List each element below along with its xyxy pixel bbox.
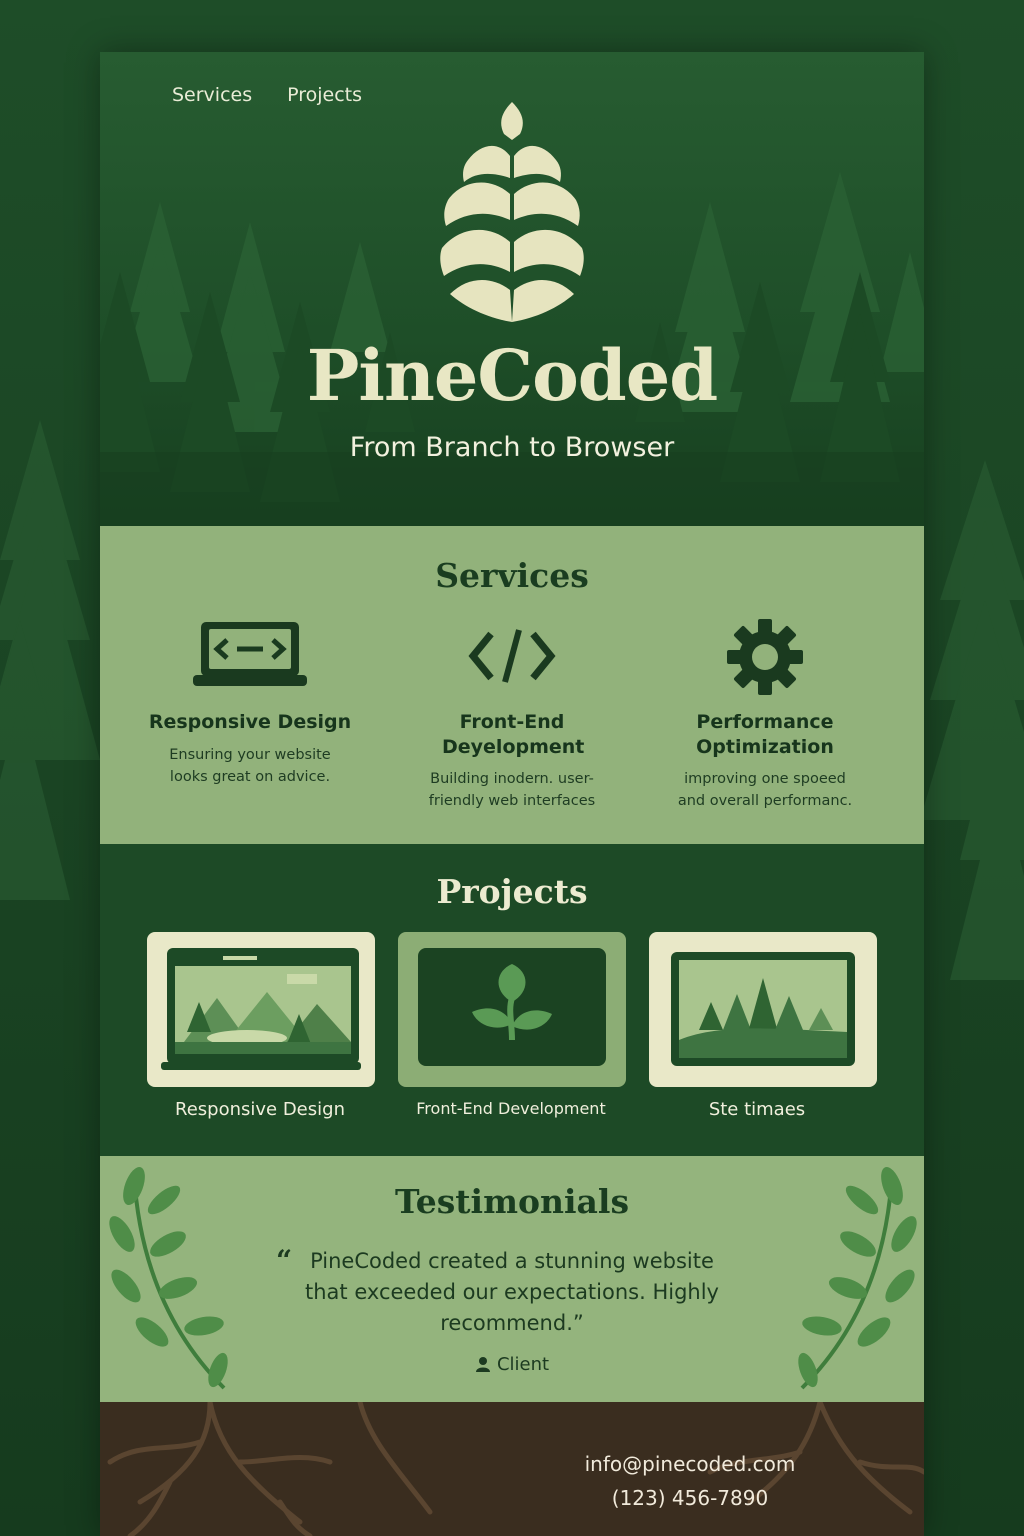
quote-mark-icon: “ [276,1244,293,1277]
nav-services-link[interactable]: Services [172,84,252,106]
projects-section: Projects Responsive Design Front-End Dev… [100,844,924,1156]
project-card-responsive[interactable] [147,932,375,1087]
sprout-thumbnail [418,948,606,1066]
nav-projects-link[interactable]: Projects [287,84,362,106]
testimonial-author: Client [100,1354,924,1375]
laptop-code-icon [193,622,307,686]
brand-name: PineCoded [306,334,719,417]
landing-page: Services Projects PineCoded From Branch … [100,52,924,1536]
forest-screen-thumbnail [671,952,855,1066]
footer: info@pinecoded.com (123) 456-7890 [100,1402,924,1536]
project-label: Responsive Design [175,1099,345,1120]
project-label: Front-End Development [416,1099,606,1118]
projects-title: Projects [436,872,588,911]
service-title: Responsive Design [148,711,352,733]
project-card-third[interactable] [649,932,877,1087]
services-section: Services Responsive Design Ensuring your… [100,526,924,844]
hero-section: Services Projects PineCoded From Branch … [100,52,924,526]
user-icon [475,1357,490,1372]
client-name: Client [496,1354,550,1375]
services-title: Services [435,556,589,595]
pinecone-logo-icon [440,102,584,322]
testimonials-title: Testimonials [394,1182,630,1221]
service-description: Ensuring your website looks great on adv… [169,747,331,785]
top-nav: Services Projects [172,84,362,106]
service-description: improving one spoeed and overall perform… [677,771,853,809]
testimonial-quote: PineCoded created a stunning website tha… [305,1249,719,1335]
service-description: Building inodern. user-friendly web inte… [428,771,596,809]
footer-email[interactable]: info@pinecoded.com [530,1452,850,1476]
service-title: Performance Optimization [696,711,834,758]
code-brackets-icon [468,629,556,683]
service-title: Front-End Deyelopment [442,711,585,758]
testimonials-section: Testimonials “ PineCoded created a stunn… [100,1156,924,1402]
project-card-frontend[interactable] [398,932,626,1087]
tagline: From Branch to Browser [349,432,675,463]
project-label: Ste timaes [708,1099,806,1120]
gear-icon [727,619,803,695]
footer-phone[interactable]: (123) 456-7890 [530,1486,850,1510]
laptop-landscape-thumbnail [161,948,361,1070]
